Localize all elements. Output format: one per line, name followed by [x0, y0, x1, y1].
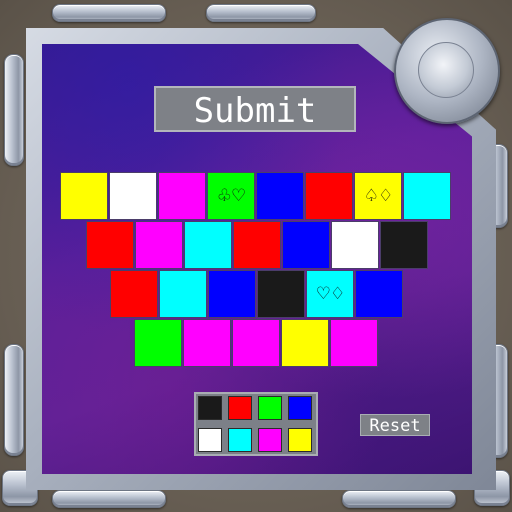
palette-swatch[interactable]	[288, 396, 312, 420]
tile[interactable]	[281, 319, 329, 367]
palette-swatch[interactable]	[228, 428, 252, 452]
tile[interactable]	[110, 270, 158, 318]
corner-knob	[394, 18, 500, 124]
frame-rail-bottom-left	[52, 490, 166, 508]
frame-rail-top-right	[206, 4, 316, 22]
tile[interactable]	[109, 172, 157, 220]
tile[interactable]	[256, 172, 304, 220]
frame-rail-top-left	[52, 4, 166, 22]
tile[interactable]	[403, 172, 451, 220]
palette-swatch[interactable]	[258, 428, 282, 452]
tile[interactable]	[233, 221, 281, 269]
submit-button[interactable]: Submit	[154, 86, 356, 132]
tile[interactable]	[305, 172, 353, 220]
frame-rail-left-bottom	[4, 344, 24, 456]
frame-rail-left-top	[4, 54, 24, 166]
tile[interactable]	[159, 270, 207, 318]
tile[interactable]	[134, 319, 182, 367]
tile[interactable]: ♧♡	[207, 172, 255, 220]
tile[interactable]	[257, 270, 305, 318]
tile[interactable]	[135, 221, 183, 269]
tile[interactable]	[86, 221, 134, 269]
tile[interactable]	[208, 270, 256, 318]
palette-swatch[interactable]	[198, 428, 222, 452]
reset-button[interactable]: Reset	[360, 414, 430, 436]
tile[interactable]	[355, 270, 403, 318]
tile[interactable]	[60, 172, 108, 220]
palette-swatch[interactable]	[258, 396, 282, 420]
tile[interactable]	[380, 221, 428, 269]
tile[interactable]	[331, 221, 379, 269]
tile[interactable]	[282, 221, 330, 269]
corner-knob-center	[418, 42, 474, 98]
tile[interactable]: ♡♢	[306, 270, 354, 318]
tile[interactable]	[183, 319, 231, 367]
tile[interactable]	[158, 172, 206, 220]
palette-swatch[interactable]	[288, 428, 312, 452]
palette-swatch[interactable]	[228, 396, 252, 420]
tile[interactable]	[232, 319, 280, 367]
palette-swatch[interactable]	[198, 396, 222, 420]
color-palette	[194, 392, 318, 456]
frame-rail-bottom-right	[342, 490, 456, 508]
tile[interactable]	[184, 221, 232, 269]
tile[interactable]	[330, 319, 378, 367]
tile[interactable]: ♤♢	[354, 172, 402, 220]
